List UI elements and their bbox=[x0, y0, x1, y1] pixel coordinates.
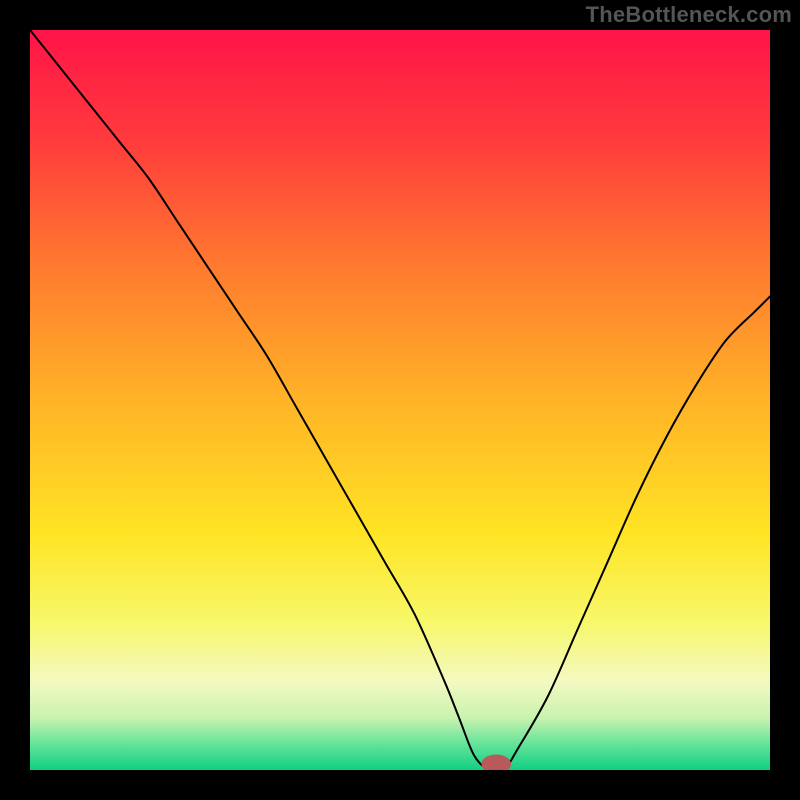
chart-frame: TheBottleneck.com bbox=[0, 0, 800, 800]
chart-svg bbox=[30, 30, 770, 770]
watermark-label: TheBottleneck.com bbox=[586, 2, 792, 28]
plot-area bbox=[30, 30, 770, 770]
gradient-background bbox=[30, 30, 770, 770]
